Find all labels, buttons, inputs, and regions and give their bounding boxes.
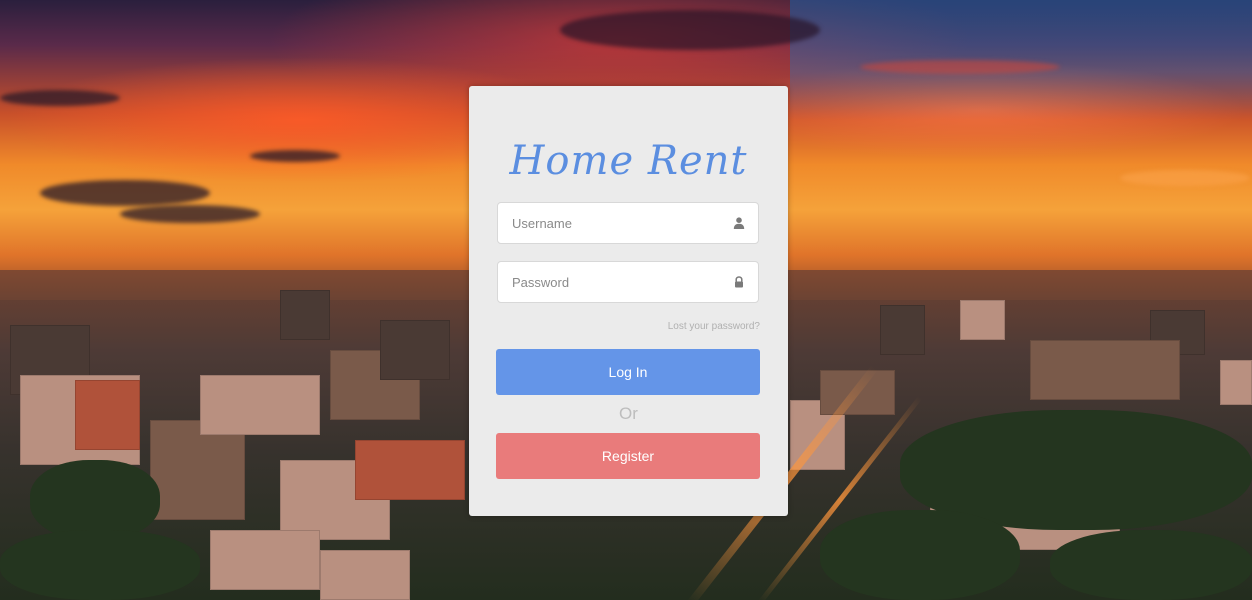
cloud xyxy=(0,90,120,106)
username-input[interactable] xyxy=(498,203,722,243)
cloud xyxy=(40,180,210,206)
trees xyxy=(0,530,200,600)
building xyxy=(380,320,450,380)
user-icon xyxy=(733,217,745,229)
trees xyxy=(1050,530,1252,600)
trees xyxy=(30,460,160,540)
building xyxy=(200,375,320,435)
or-separator: Or xyxy=(619,404,638,423)
building xyxy=(150,420,245,520)
cloud xyxy=(250,150,340,162)
building xyxy=(355,440,465,500)
building xyxy=(75,380,140,450)
building xyxy=(1030,340,1180,400)
register-button[interactable]: Register xyxy=(496,433,760,479)
cloud xyxy=(120,205,260,223)
cloud xyxy=(560,10,820,50)
building xyxy=(320,550,410,600)
password-input[interactable] xyxy=(498,262,722,302)
login-panel: Home Rent Lost your password? Log In Or … xyxy=(469,86,788,516)
brand-title: Home Rent xyxy=(509,138,748,184)
lock-icon xyxy=(735,276,743,288)
password-field[interactable] xyxy=(497,261,759,303)
building xyxy=(960,300,1005,340)
building xyxy=(210,530,320,590)
building xyxy=(880,305,925,355)
login-button[interactable]: Log In xyxy=(496,349,760,395)
forgot-password-link[interactable]: Lost your password? xyxy=(668,321,760,332)
blue-sky-patch xyxy=(790,0,1252,120)
trees xyxy=(820,510,1020,600)
cloud xyxy=(1120,170,1250,186)
cloud xyxy=(860,60,1060,74)
building xyxy=(1220,360,1252,405)
username-field[interactable] xyxy=(497,202,759,244)
building xyxy=(280,290,330,340)
